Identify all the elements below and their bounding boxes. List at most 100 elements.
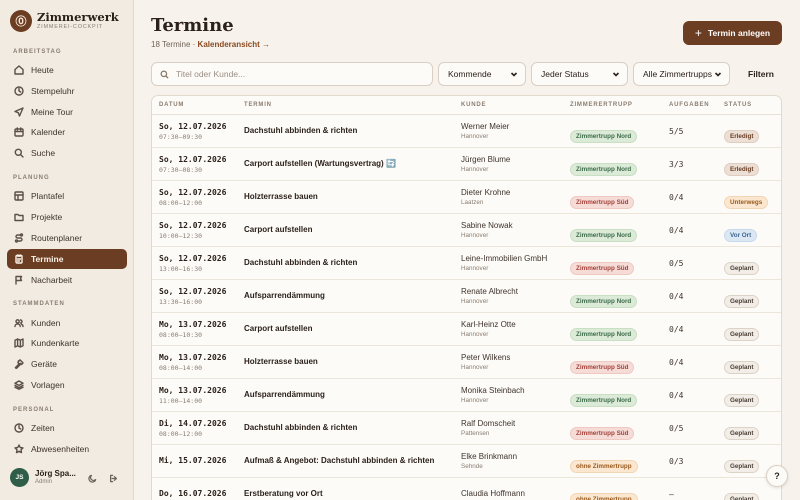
route-icon [14,233,24,243]
table-row[interactable]: Do, 16.07.2026 Erstberatung vor Ort Claudi… [152,478,781,500]
team-select[interactable]: Alle Zimmertrupps [633,62,730,86]
customer-name[interactable]: Sabine Nowak [461,221,513,230]
sidebar-item-suche[interactable]: Suche [7,143,127,163]
appointment-title[interactable]: Dachstuhl abbinden & richten [244,126,357,135]
sidebar-item-stempeluhr[interactable]: Stempeluhr [7,81,127,101]
column-header-termin[interactable]: TERMIN [244,102,272,108]
period-select[interactable]: Kommende [438,62,526,86]
user-profile[interactable]: JS Jörg Spa... Admin [10,468,128,487]
sidebar-item-zeiten[interactable]: Zeiten [7,418,127,438]
appointment-title[interactable]: Carport aufstellen (Wartungsvertrag) 🔄 [244,159,396,168]
appointment-title[interactable]: Dachstuhl abbinden & richten [244,423,357,432]
column-header-datum[interactable]: DATUM [159,102,184,108]
help-button[interactable]: ? [766,465,788,487]
sidebar-item-kalender[interactable]: Kalender [7,122,127,142]
task-progress: 3/3 [669,160,684,169]
appointment-title[interactable]: Holzterrasse bauen [244,357,318,366]
team-badge: Zimmertrupp Süd [570,196,635,209]
status-select[interactable]: Jeder Status [531,62,628,86]
filter-button[interactable]: Filtern [741,62,781,86]
customer-name[interactable]: Renate Albrecht [461,287,518,296]
sidebar-item-label: Abwesenheiten [31,444,90,454]
period-select-value: Kommende [448,69,492,79]
sidebar-item-routenplaner[interactable]: Routenplaner [7,228,127,248]
main-content: Termine 18 Termine · Kalenderansicht → +… [134,0,800,500]
sidebar-item-label: Heute [31,65,54,75]
table-row[interactable]: So, 12.07.2026 13:30–16:00 Aufsparrendämmu… [152,280,781,313]
search-input[interactable] [176,69,416,79]
status-badge: Vor Ort [724,229,758,242]
customer-name[interactable]: Claudia Hoffmann [461,489,525,498]
table-row[interactable]: Di, 14.07.2026 08:00–12:00 Dachstuhl abbin… [152,412,781,445]
brand-logo-icon: ⓪ [10,10,32,32]
appointment-title[interactable]: Carport aufstellen [244,324,312,333]
sidebar-item-vorlagen[interactable]: Vorlagen [7,375,127,395]
customer-name[interactable]: Ralf Domscheit [461,419,515,428]
sidebar-item-geraete[interactable]: Geräte [7,354,127,374]
appointment-title[interactable]: Aufsparrendämmung [244,390,325,399]
appointment-date: So, 12.07.2026 [159,254,227,263]
status-select-value: Jeder Status [541,69,589,79]
customer-name[interactable]: Monika Steinbach [461,386,525,395]
column-header-status[interactable]: STATUS [724,102,752,108]
table-row[interactable]: Mo, 13.07.2026 08:00–14:00 Holzterrasse ba… [152,346,781,379]
user-role: Admin [35,478,53,485]
sidebar-item-projekte[interactable]: Projekte [7,207,127,227]
customer-name[interactable]: Jürgen Blume [461,155,510,164]
table-row[interactable]: So, 12.07.2026 08:00–12:00 Holzterrasse ba… [152,181,781,214]
customer-name[interactable]: Leine-Immobilien GmbH [461,254,547,263]
table-row[interactable]: Mo, 13.07.2026 11:00–14:00 Aufsparrendämmu… [152,379,781,412]
column-header-kunde[interactable]: KUNDE [461,102,486,108]
clock-icon [14,423,24,433]
table-row[interactable]: Mo, 13.07.2026 08:00–10:30 Carport aufstel… [152,313,781,346]
column-header-aufgaben[interactable]: AUFGABEN [669,102,709,108]
table-row[interactable]: So, 12.07.2026 07:30–09:30 Dachstuhl abbin… [152,115,781,148]
status-badge: Erledigt [724,130,760,143]
flag-icon [14,275,24,285]
customer-city: Laatzen [461,199,484,206]
customer-city: Sehnde [461,463,483,470]
table-row[interactable]: So, 12.07.2026 13:00–16:30 Dachstuhl abbin… [152,247,781,280]
sidebar-item-heute[interactable]: Heute [7,60,127,80]
search-box[interactable] [151,62,433,86]
sidebar-item-meine-tour[interactable]: Meine Tour [7,102,127,122]
table-row[interactable]: So, 12.07.2026 07:30–08:30 Carport aufstel… [152,148,781,181]
team-badge: Zimmertrupp Nord [570,163,638,176]
appointment-title[interactable]: Erstberatung vor Ort [244,489,323,498]
appointment-title[interactable]: Aufmaß & Angebot: Dachstuhl abbinden & r… [244,456,434,465]
appointment-title[interactable]: Holzterrasse bauen [244,192,318,201]
appointment-title[interactable]: Carport aufstellen [244,225,312,234]
customer-city: Hannover [461,166,489,173]
create-appointment-button[interactable]: + Termin anlegen [683,21,782,45]
task-progress: 0/4 [669,358,684,367]
table-row[interactable]: Mi, 15.07.2026 Aufmaß & Angebot: Dachstuh… [152,445,781,478]
customer-name[interactable]: Peter Wilkens [461,353,510,362]
sidebar-item-nacharbeit[interactable]: Nacharbeit [7,270,127,290]
appointment-time: 13:00–16:30 [159,265,203,273]
appointment-time: 07:30–09:30 [159,133,203,141]
appointment-title[interactable]: Dachstuhl abbinden & richten [244,258,357,267]
calendar-view-link[interactable]: Kalenderansicht → [198,40,270,49]
customer-name[interactable]: Dieter Krohne [461,188,510,197]
column-header-zimmerertrupp[interactable]: ZIMMERERTRUPP [570,102,633,108]
sidebar-item-termine[interactable]: Termine [7,249,127,269]
status-badge: Geplant [724,262,760,275]
theme-toggle-button[interactable] [86,472,98,484]
appointment-time: 10:00–12:30 [159,232,203,240]
sidebar-item-abwesenheiten[interactable]: Abwesenheiten [7,439,127,459]
logout-button[interactable] [107,472,119,484]
customer-name[interactable]: Elke Brinkmann [461,452,517,461]
sidebar-item-kundenkarte[interactable]: Kundenkarte [7,333,127,353]
sidebar-item-plantafel[interactable]: Plantafel [7,186,127,206]
folder-icon [14,212,24,222]
team-select-value: Alle Zimmertrupps [643,69,712,79]
customer-name[interactable]: Karl-Heinz Otte [461,320,516,329]
brand[interactable]: ⓪ Zimmerwerk ZIMMEREI-COCKPIT [10,10,119,32]
appointment-title[interactable]: Aufsparrendämmung [244,291,325,300]
team-badge: Zimmertrupp Nord [570,229,638,242]
appointment-date: So, 12.07.2026 [159,188,227,197]
plus-icon: + [694,26,702,40]
customer-name[interactable]: Werner Meier [461,122,509,131]
sidebar-item-kunden[interactable]: Kunden [7,313,127,333]
table-row[interactable]: So, 12.07.2026 10:00–12:30 Carport aufstel… [152,214,781,247]
